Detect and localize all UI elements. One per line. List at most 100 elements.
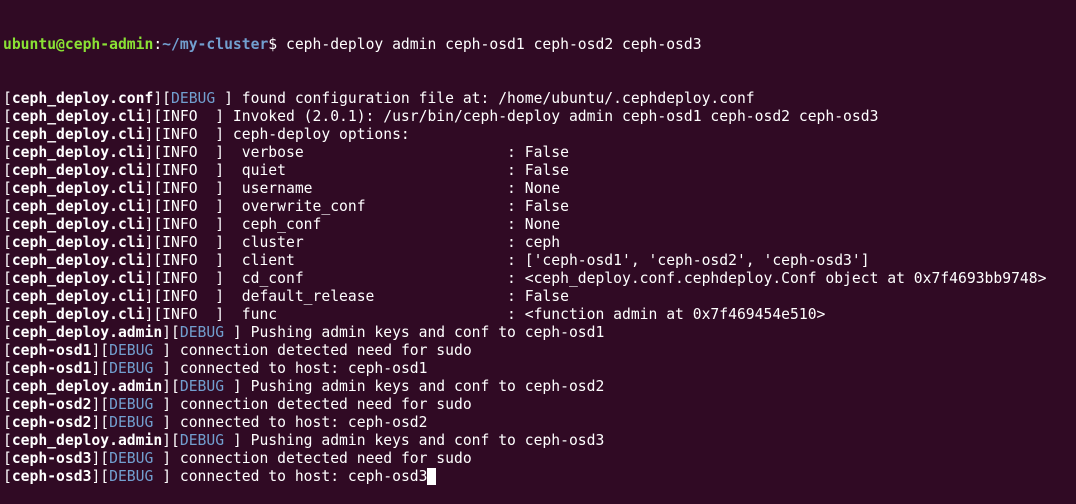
- log-line: [ceph_deploy.cli][INFO ] cluster : ceph: [3, 234, 1076, 252]
- log-level: DEBUG: [109, 414, 163, 431]
- log-source: ceph_deploy.admin: [11, 378, 163, 395]
- bracket: [: [3, 378, 12, 395]
- log-message: connected to host: ceph-osd2: [171, 414, 428, 431]
- bracket: ]: [215, 216, 225, 233]
- log-source: ceph-osd3: [11, 468, 92, 485]
- log-message: default_release : False: [224, 288, 569, 305]
- bracket: ]: [215, 180, 225, 197]
- bracket: ][: [91, 396, 110, 413]
- bracket: ][: [91, 450, 110, 467]
- bracket: ][: [91, 342, 110, 359]
- log-message: connected to host: ceph-osd1: [171, 360, 428, 377]
- log-line: [ceph_deploy.cli][INFO ] cd_conf : <ceph…: [3, 270, 1076, 288]
- bracket: ][: [91, 468, 110, 485]
- log-source: ceph_deploy.admin: [11, 432, 163, 449]
- log-level: DEBUG: [179, 378, 233, 395]
- log-source: ceph_deploy.cli: [11, 252, 145, 269]
- prompt-path: ~/my-cluster: [162, 36, 269, 53]
- bracket: [: [3, 108, 12, 125]
- bracket: ]: [162, 396, 172, 413]
- bracket: [: [3, 126, 12, 143]
- log-level: INFO: [162, 180, 216, 197]
- log-message: verbose : False: [224, 144, 569, 161]
- bracket: ][: [144, 234, 163, 251]
- log-level: INFO: [162, 162, 216, 179]
- bracket: ]: [232, 432, 242, 449]
- log-source: ceph_deploy.cli: [11, 288, 145, 305]
- log-line: [ceph_deploy.admin][DEBUG ] Pushing admi…: [3, 378, 1076, 396]
- terminal-window[interactable]: ubuntu@ceph-admin:~/my-cluster$ ceph-dep…: [0, 0, 1076, 504]
- log-level: DEBUG: [179, 324, 233, 341]
- log-line: [ceph_deploy.conf][DEBUG ] found configu…: [3, 90, 1076, 108]
- bracket: [: [3, 234, 12, 251]
- bracket: ]: [215, 126, 225, 143]
- bracket: [: [3, 450, 12, 467]
- bracket: ]: [215, 198, 225, 215]
- bracket: ]: [162, 414, 172, 431]
- bracket: ][: [144, 288, 163, 305]
- bracket: ][: [144, 270, 163, 287]
- log-message: overwrite_conf : False: [224, 198, 569, 215]
- log-line: [ceph_deploy.cli][INFO ] default_release…: [3, 288, 1076, 306]
- bracket: ][: [144, 180, 163, 197]
- bracket: ]: [215, 288, 225, 305]
- bracket: ][: [144, 306, 163, 323]
- log-message: connection detected need for sudo: [171, 450, 472, 467]
- log-line: [ceph-osd3][DEBUG ] connection detected …: [3, 450, 1076, 468]
- log-level: INFO: [162, 108, 216, 125]
- bracket: [: [3, 414, 12, 431]
- bracket: ][: [162, 378, 180, 395]
- bracket: [: [3, 270, 12, 287]
- bracket: [: [3, 468, 12, 485]
- prompt-line: ubuntu@ceph-admin:~/my-cluster$ ceph-dep…: [3, 36, 1076, 54]
- log-message: Pushing admin keys and conf to ceph-osd2: [241, 378, 605, 395]
- log-line: [ceph-osd2][DEBUG ] connection detected …: [3, 396, 1076, 414]
- bracket: ]: [232, 378, 242, 395]
- log-message: username : None: [224, 180, 561, 197]
- log-line: [ceph-osd1][DEBUG ] connected to host: c…: [3, 360, 1076, 378]
- bracket: ]: [162, 450, 172, 467]
- log-message: Invoked (2.0.1): /usr/bin/ceph-deploy ad…: [224, 108, 879, 125]
- bracket: [: [3, 198, 12, 215]
- log-source: ceph_deploy.conf: [11, 90, 154, 107]
- log-message: Pushing admin keys and conf to ceph-osd3: [241, 432, 605, 449]
- log-message: connected to host: ceph-osd3: [171, 468, 428, 485]
- log-source: ceph_deploy.admin: [11, 324, 163, 341]
- log-message: quiet : False: [224, 162, 569, 179]
- bracket: ][: [144, 144, 163, 161]
- log-source: ceph_deploy.cli: [11, 126, 145, 143]
- bracket: [: [3, 306, 12, 323]
- log-source: ceph_deploy.cli: [11, 108, 145, 125]
- log-line: [ceph-osd2][DEBUG ] connected to host: c…: [3, 414, 1076, 432]
- bracket: [: [3, 162, 12, 179]
- log-source: ceph-osd2: [11, 414, 92, 431]
- log-line: [ceph_deploy.cli][INFO ] client : ['ceph…: [3, 252, 1076, 270]
- bracket: ]: [215, 306, 225, 323]
- log-source: ceph-osd1: [11, 342, 92, 359]
- log-source: ceph_deploy.cli: [11, 198, 145, 215]
- log-level: DEBUG: [109, 450, 163, 467]
- bracket: ][: [144, 198, 163, 215]
- bracket: ]: [162, 342, 172, 359]
- prompt-symbol: $: [268, 36, 278, 53]
- bracket: ]: [215, 108, 225, 125]
- bracket: ][: [144, 252, 163, 269]
- bracket: ][: [144, 162, 163, 179]
- bracket: ][: [162, 432, 180, 449]
- log-line: [ceph_deploy.admin][DEBUG ] Pushing admi…: [3, 324, 1076, 342]
- bracket: [: [3, 324, 12, 341]
- log-message: ceph_conf : None: [224, 216, 561, 233]
- log-line: [ceph-osd3][DEBUG ] connected to host: c…: [3, 468, 1076, 486]
- log-level: DEBUG: [109, 342, 163, 359]
- log-level: INFO: [162, 216, 216, 233]
- log-line: [ceph_deploy.cli][INFO ] overwrite_conf …: [3, 198, 1076, 216]
- log-source: ceph_deploy.cli: [11, 180, 145, 197]
- bracket: [: [3, 288, 12, 305]
- log-level: INFO: [162, 234, 216, 251]
- log-line: [ceph_deploy.cli][INFO ] Invoked (2.0.1)…: [3, 108, 1076, 126]
- bracket: [: [3, 216, 12, 233]
- log-line: [ceph_deploy.cli][INFO ] ceph_conf : Non…: [3, 216, 1076, 234]
- bracket: [: [3, 396, 12, 413]
- log-level: INFO: [162, 306, 216, 323]
- log-source: ceph-osd2: [11, 396, 92, 413]
